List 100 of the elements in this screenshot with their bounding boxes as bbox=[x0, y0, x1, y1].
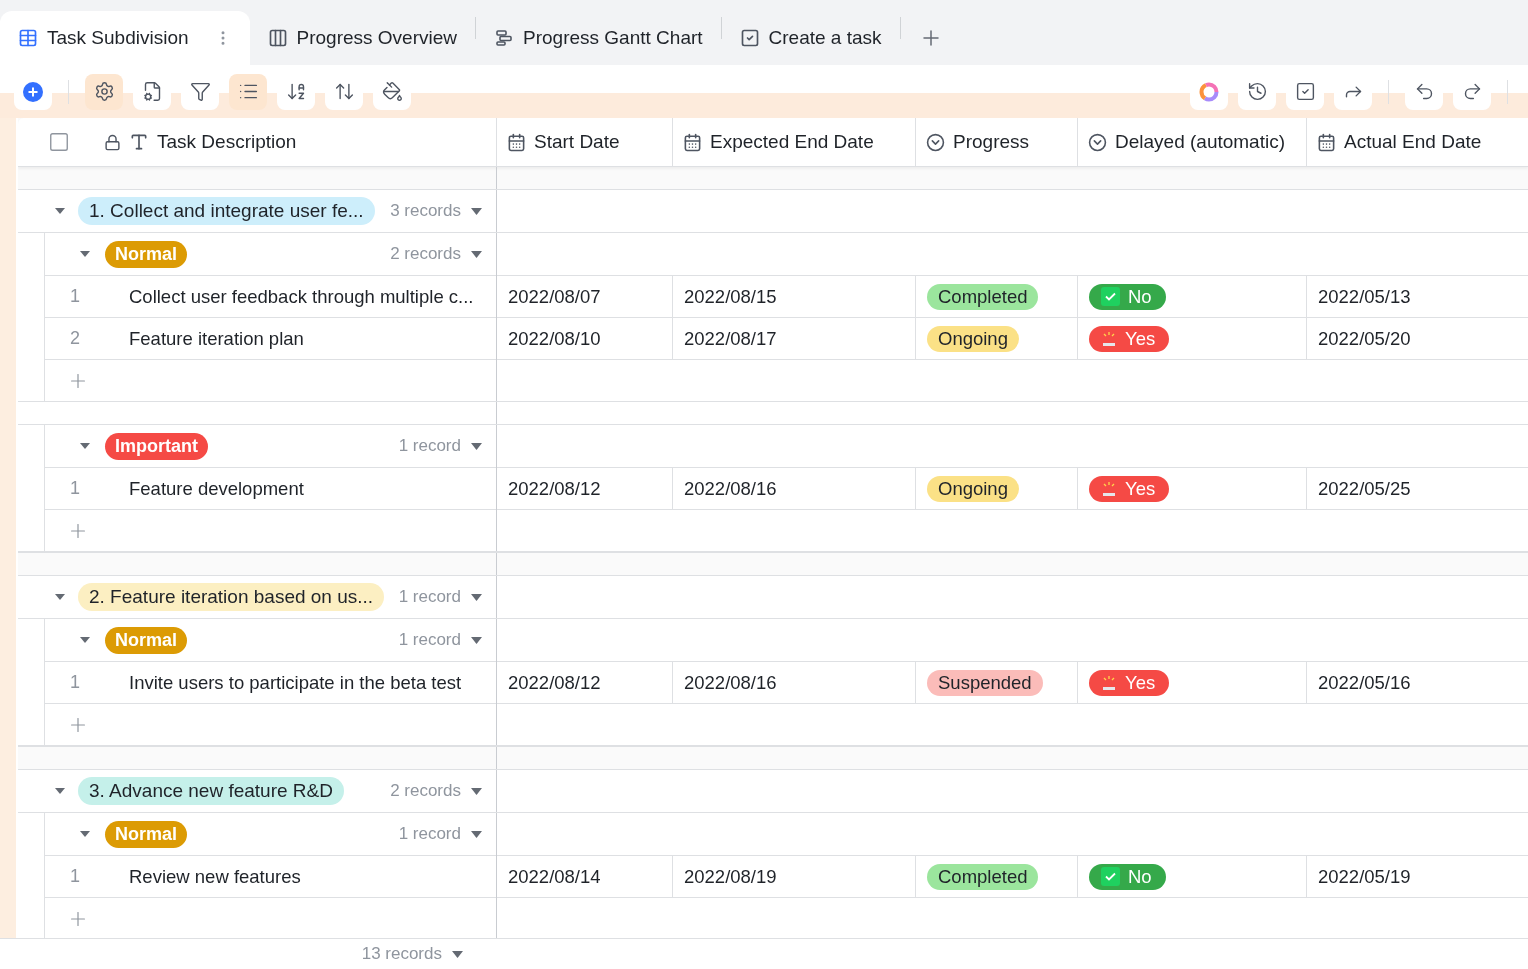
checkbox[interactable] bbox=[48, 131, 70, 153]
dropdown-caret-icon[interactable] bbox=[471, 636, 482, 644]
record-count: 1 record bbox=[398, 436, 461, 456]
lock-icon bbox=[104, 133, 121, 151]
dropdown-caret-icon[interactable] bbox=[471, 593, 482, 601]
record-count: 1 record bbox=[398, 587, 461, 607]
settings-icon bbox=[93, 81, 115, 102]
collapse-caret-icon[interactable] bbox=[79, 830, 91, 838]
dropdown-caret-icon[interactable] bbox=[471, 207, 482, 215]
ring-icon bbox=[1198, 80, 1220, 103]
collapse-caret-icon[interactable] bbox=[79, 636, 91, 644]
record-count: 2 records bbox=[390, 781, 461, 801]
delay-tag: No bbox=[1089, 283, 1166, 310]
text-field-icon bbox=[129, 132, 149, 152]
alarm-icon bbox=[1101, 480, 1117, 497]
view-tab[interactable]: Create a task bbox=[721, 11, 900, 65]
status-tag: Completed bbox=[927, 863, 1039, 890]
row-number: 1 bbox=[69, 865, 81, 887]
table-cell: 2022/08/17 bbox=[684, 327, 777, 350]
table-cell-text: Review new features bbox=[128, 865, 301, 888]
table-cell: 2022/08/12 bbox=[508, 671, 601, 694]
collapse-caret-icon[interactable] bbox=[54, 593, 66, 601]
dropdown-field-icon bbox=[1088, 132, 1107, 152]
view-tab[interactable]: Progress Gantt Chart bbox=[476, 11, 721, 65]
toolbar-button[interactable] bbox=[229, 73, 267, 110]
table-cell: 2022/08/15 bbox=[684, 285, 777, 308]
column-header[interactable]: Task Description bbox=[157, 131, 297, 153]
priority-tag: Normal bbox=[105, 626, 187, 654]
group-tag: 3. Advance new feature R&D bbox=[78, 777, 344, 805]
table-cell-text: Collect user feedback through multiple c... bbox=[128, 285, 474, 308]
column-header[interactable]: Expected End Date bbox=[710, 131, 874, 153]
column-header[interactable]: Actual End Date bbox=[1344, 131, 1482, 153]
check-icon bbox=[1101, 867, 1120, 886]
table-cell: 2022/05/13 bbox=[1318, 285, 1411, 308]
dropdown-caret-icon[interactable] bbox=[471, 442, 482, 450]
toolbar-button[interactable] bbox=[85, 73, 123, 110]
group-tag: 2. Feature iteration based on us... bbox=[78, 583, 385, 611]
delay-tag: Yes bbox=[1089, 475, 1170, 502]
field-settings-icon bbox=[141, 81, 163, 102]
check-icon bbox=[1101, 287, 1120, 306]
dropdown-field-icon bbox=[926, 132, 945, 152]
table-cell: 2022/08/19 bbox=[684, 865, 777, 888]
priority-tag: Normal bbox=[105, 820, 187, 848]
table-cell: 2022/08/16 bbox=[684, 671, 777, 694]
alarm-icon bbox=[1101, 674, 1117, 691]
dropdown-caret-icon[interactable] bbox=[471, 250, 482, 258]
table-cell: 2022/05/20 bbox=[1318, 327, 1411, 350]
dropdown-caret-icon[interactable] bbox=[471, 830, 482, 838]
calendar-icon bbox=[1317, 132, 1336, 152]
table-cell: 2022/05/19 bbox=[1318, 865, 1411, 888]
add-icon bbox=[22, 80, 44, 103]
row-number: 1 bbox=[69, 285, 81, 307]
table-cell: 2022/05/25 bbox=[1318, 477, 1411, 500]
column-header[interactable]: Delayed (automatic) bbox=[1115, 131, 1286, 153]
collapse-caret-icon[interactable] bbox=[79, 442, 91, 450]
table-icon bbox=[18, 28, 38, 48]
view-tab[interactable]: Task Subdivision bbox=[0, 11, 250, 65]
column-header[interactable]: Progress bbox=[953, 131, 1030, 153]
table-cell: 2022/08/10 bbox=[508, 327, 601, 350]
dropdown-caret-icon[interactable] bbox=[452, 950, 463, 958]
checkbox-icon bbox=[1294, 81, 1316, 102]
paint-bucket-icon bbox=[381, 81, 403, 102]
record-count: 2 records bbox=[390, 244, 461, 264]
delay-tag: Yes bbox=[1089, 669, 1170, 696]
table-cell-text: Feature iteration plan bbox=[128, 327, 304, 350]
calendar-icon bbox=[507, 132, 526, 152]
gantt-icon bbox=[494, 28, 515, 48]
columns-icon bbox=[267, 28, 288, 48]
dropdown-caret-icon[interactable] bbox=[471, 787, 482, 795]
delay-tag: No bbox=[1089, 863, 1166, 890]
row-height-icon bbox=[333, 81, 355, 102]
table-cell-text: Feature development bbox=[128, 477, 304, 500]
calendar-icon bbox=[683, 132, 702, 152]
priority-tag: Normal bbox=[105, 240, 187, 268]
row-number: 2 bbox=[69, 327, 81, 349]
table-cell: 2022/08/07 bbox=[508, 285, 601, 308]
collapse-caret-icon[interactable] bbox=[79, 250, 91, 258]
record-count: 3 records bbox=[390, 201, 461, 221]
view-tab[interactable]: Progress Overview bbox=[249, 11, 476, 65]
total-record-count: 13 records bbox=[361, 944, 442, 964]
group-tag: 1. Collect and integrate user fe... bbox=[78, 197, 375, 225]
collapse-caret-icon[interactable] bbox=[54, 787, 66, 795]
priority-tag: Important bbox=[105, 432, 208, 460]
column-header[interactable]: Start Date bbox=[534, 131, 620, 153]
table-cell-text: Invite users to participate in the beta test bbox=[128, 671, 462, 694]
row-number: 1 bbox=[69, 477, 81, 499]
record-count: 1 record bbox=[398, 824, 461, 844]
table-cell: 2022/05/16 bbox=[1318, 671, 1411, 694]
alarm-icon bbox=[1101, 330, 1117, 347]
record-count: 1 record bbox=[398, 630, 461, 650]
status-tag: Ongoing bbox=[927, 475, 1019, 502]
delay-tag: Yes bbox=[1089, 325, 1170, 352]
table-cell: 2022/08/16 bbox=[684, 477, 777, 500]
checkbox-icon bbox=[739, 28, 760, 48]
collapse-caret-icon[interactable] bbox=[54, 207, 66, 215]
status-tag: Suspended bbox=[927, 669, 1043, 696]
row-number: 1 bbox=[69, 671, 81, 693]
sort-icon bbox=[285, 81, 307, 102]
table-cell: 2022/08/12 bbox=[508, 477, 601, 500]
status-tag: Ongoing bbox=[927, 325, 1019, 352]
